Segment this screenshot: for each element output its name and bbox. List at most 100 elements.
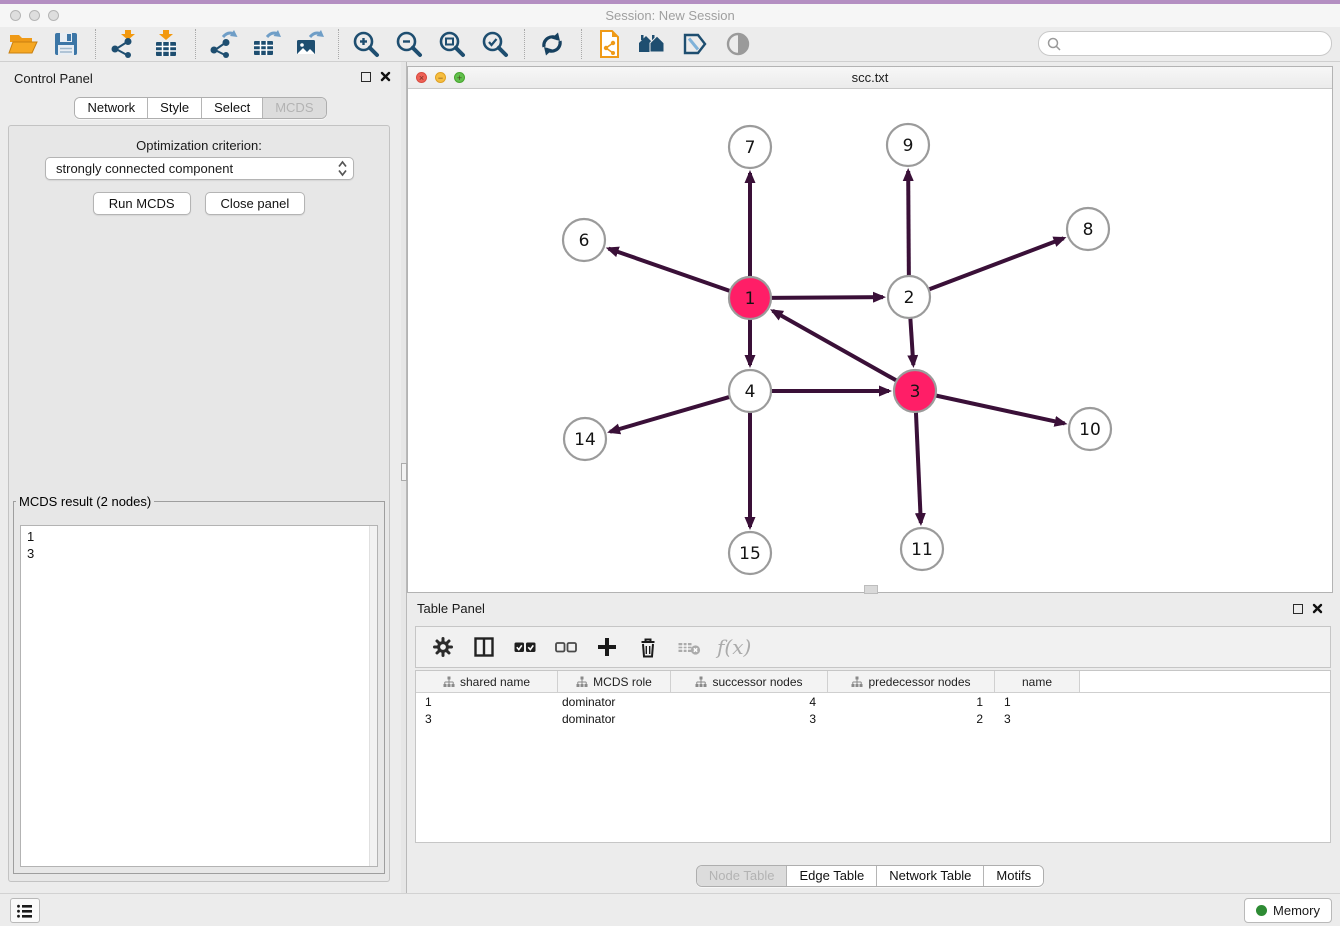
tab-mcds[interactable]: MCDS [262, 98, 325, 118]
delete-table-icon [677, 635, 701, 659]
result-scrollbar[interactable] [369, 526, 377, 866]
edge-3-10[interactable] [935, 395, 1065, 423]
control-panel-title: Control Panel [14, 71, 93, 86]
tab-edge-table[interactable]: Edge Table [786, 866, 876, 886]
table-row[interactable]: 3 dominator 3 2 3 [416, 710, 1330, 727]
mcds-result-group: MCDS result (2 nodes) 1 3 [13, 494, 385, 874]
column-header-name[interactable]: name [995, 671, 1080, 692]
zoom-selected-button[interactable] [477, 28, 513, 60]
float-panel-icon[interactable] [1293, 604, 1303, 614]
open-folder-icon [8, 29, 38, 59]
import-table-button[interactable] [148, 28, 184, 60]
column-label: MCDS role [593, 675, 652, 689]
select-all-button[interactable] [512, 634, 538, 660]
toolbar-separator [581, 29, 582, 59]
column-label: shared name [460, 675, 530, 689]
create-column-button[interactable] [594, 634, 620, 660]
search-field[interactable] [1038, 31, 1332, 56]
delete-table-button[interactable] [676, 634, 702, 660]
status-bar: Memory [0, 893, 1340, 926]
apply-layout-button[interactable] [534, 28, 570, 60]
cell-successor-nodes: 3 [671, 712, 828, 726]
export-network-button[interactable] [205, 28, 241, 60]
node-label: 11 [911, 540, 933, 560]
column-label: name [1022, 675, 1052, 689]
import-network-button[interactable] [105, 28, 141, 60]
plus-icon [595, 635, 619, 659]
column-header-successor-nodes[interactable]: successor nodes [671, 671, 828, 692]
tab-network[interactable]: Network [75, 98, 147, 118]
export-table-button[interactable] [248, 28, 284, 60]
list-icon [16, 903, 34, 919]
edge-3-1[interactable] [773, 311, 898, 381]
export-image-button[interactable] [291, 28, 327, 60]
float-panel-icon[interactable] [361, 72, 371, 82]
network-window-titlebar[interactable]: × − + scc.txt [408, 67, 1332, 89]
columns-icon [472, 635, 496, 659]
delete-column-button[interactable] [635, 634, 661, 660]
run-mcds-button[interactable]: Run MCDS [93, 192, 191, 215]
table-row[interactable]: 1 dominator 4 1 1 [416, 693, 1330, 710]
control-panel: Control Panel Network Style Select MCDS … [0, 62, 401, 893]
network-view-window: × − + scc.txt 1234678910111415 [407, 66, 1333, 593]
toolbar-separator [95, 29, 96, 59]
refresh-icon [537, 29, 567, 59]
network-graph[interactable]: 1234678910111415 [408, 89, 1332, 592]
edge-4-14[interactable] [610, 397, 731, 432]
export-web-page-button[interactable] [591, 28, 627, 60]
edge-2-8[interactable] [928, 238, 1064, 290]
tab-node-table[interactable]: Node Table [697, 866, 787, 886]
edge-1-2[interactable] [770, 297, 883, 298]
node-label: 9 [903, 136, 914, 156]
edge-2-3[interactable] [910, 317, 913, 365]
import-network-icon [108, 29, 138, 59]
hide-details-button[interactable] [720, 28, 756, 60]
memory-button[interactable]: Memory [1244, 898, 1332, 923]
tab-select[interactable]: Select [201, 98, 262, 118]
eye-icon [723, 29, 753, 59]
open-session-button[interactable] [5, 28, 41, 60]
mcds-result-line: 3 [27, 545, 371, 562]
column-header-shared-name[interactable]: shared name [416, 671, 558, 692]
table-settings-button[interactable] [430, 634, 456, 660]
memory-label: Memory [1273, 903, 1320, 918]
select-all-icon [513, 635, 537, 659]
show-columns-button[interactable] [471, 634, 497, 660]
function-builder-button[interactable]: f(x) [717, 634, 751, 660]
column-type-icon [695, 676, 707, 688]
label-icon [680, 29, 710, 59]
deselect-all-button[interactable] [553, 634, 579, 660]
node-label: 4 [745, 382, 756, 402]
edge-3-11[interactable] [916, 411, 921, 523]
zoom-selected-icon [480, 29, 510, 59]
horizontal-splitter-grip[interactable] [864, 585, 878, 594]
mcds-result-textarea[interactable]: 1 3 [20, 525, 378, 867]
home-button[interactable] [634, 28, 670, 60]
column-header-predecessor-nodes[interactable]: predecessor nodes [828, 671, 995, 692]
save-session-button[interactable] [48, 28, 84, 60]
tab-motifs[interactable]: Motifs [983, 866, 1043, 886]
cell-mcds-role: dominator [558, 712, 671, 726]
close-panel-icon[interactable] [380, 71, 391, 82]
zoom-out-button[interactable] [391, 28, 427, 60]
task-history-button[interactable] [10, 898, 40, 923]
zoom-in-button[interactable] [348, 28, 384, 60]
node-label: 15 [739, 544, 761, 564]
edge-1-6[interactable] [609, 249, 732, 292]
memory-status-icon [1256, 905, 1267, 916]
tab-network-table[interactable]: Network Table [876, 866, 983, 886]
tab-style[interactable]: Style [147, 98, 201, 118]
column-header-mcds-role[interactable]: MCDS role [558, 671, 671, 692]
save-icon [51, 29, 81, 59]
criterion-select[interactable]: strongly connected component [45, 157, 354, 180]
trash-icon [636, 635, 660, 659]
label-button[interactable] [677, 28, 713, 60]
close-panel-button[interactable]: Close panel [205, 192, 306, 215]
table-toolbar: f(x) [415, 626, 1331, 668]
edge-2-9[interactable] [908, 171, 909, 277]
network-file-icon [594, 29, 624, 59]
column-label: successor nodes [712, 675, 802, 689]
zoom-fit-button[interactable] [434, 28, 470, 60]
mcds-result-line: 1 [27, 528, 371, 545]
close-panel-icon[interactable] [1312, 603, 1323, 614]
